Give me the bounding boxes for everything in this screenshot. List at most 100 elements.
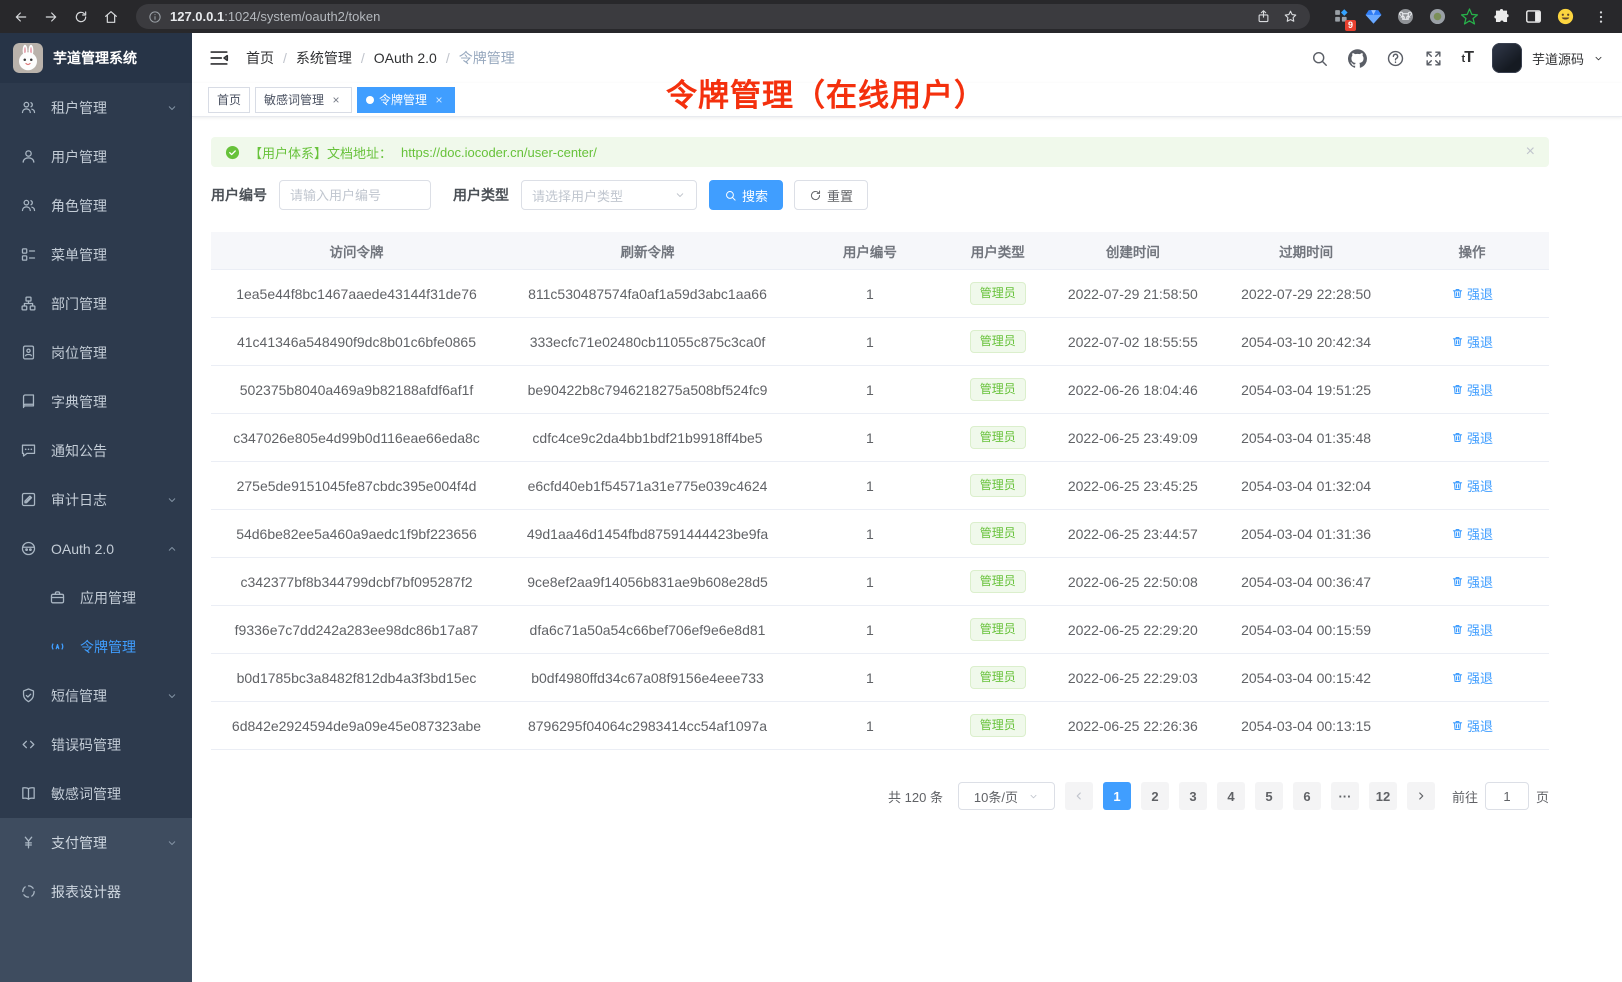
extension-icon[interactable]	[1522, 6, 1544, 28]
sidebar-item[interactable]: 菜单管理	[0, 230, 192, 279]
user-id-input[interactable]	[279, 180, 431, 210]
breadcrumb-item[interactable]: OAuth 2.0	[374, 50, 437, 66]
page-list: 1 2 3 4 5 6 ··· 12	[1103, 782, 1397, 810]
user-avatar[interactable]	[1492, 43, 1522, 73]
sidebar-item[interactable]: 报表设计器	[0, 867, 192, 916]
sidebar-item[interactable]: 租户管理	[0, 83, 192, 132]
force-logout-button[interactable]: 强退	[1451, 524, 1493, 543]
force-logout-button[interactable]: 强退	[1451, 620, 1493, 639]
close-icon[interactable]: ×	[432, 93, 446, 107]
trash-icon	[1451, 431, 1464, 444]
browser-back-icon[interactable]	[8, 4, 34, 30]
force-logout-button[interactable]: 强退	[1451, 668, 1493, 687]
reset-button[interactable]: 重置	[794, 180, 868, 210]
breadcrumb-item[interactable]: 系统管理	[296, 48, 352, 68]
tab[interactable]: 敏感词管理 ×	[255, 87, 352, 113]
sidebar-item[interactable]: 部门管理	[0, 279, 192, 328]
extension-icon[interactable]	[1554, 6, 1576, 28]
force-logout-button[interactable]: 强退	[1451, 716, 1493, 735]
table-body: 1ea5e44f8bc1467aaede43144f31de76 811c530…	[211, 270, 1549, 750]
sidebar-item[interactable]: OAuth 2.0	[0, 524, 192, 573]
breadcrumb-separator: /	[283, 50, 287, 66]
sidebar-item[interactable]: 用户管理	[0, 132, 192, 181]
success-check-icon	[225, 145, 240, 160]
sidebar-item[interactable]: 应用管理	[0, 573, 192, 622]
search-button[interactable]: 搜索	[709, 180, 783, 210]
help-icon[interactable]	[1386, 49, 1405, 68]
sidebar-item[interactable]: 敏感词管理	[0, 769, 192, 818]
alert-link[interactable]: https://doc.iocoder.cn/user-center/	[401, 145, 597, 160]
tab[interactable]: 令牌管理 ×	[357, 87, 455, 113]
refresh-token-cell: e6cfd40eb1f54571a31e775e039c4624	[502, 478, 793, 494]
extension-icon[interactable]	[1394, 6, 1416, 28]
sidebar-item[interactable]: 短信管理	[0, 671, 192, 720]
force-logout-button[interactable]: 强退	[1451, 332, 1493, 351]
user-type-cell: 管理员	[947, 522, 1049, 546]
goto-page-input[interactable]	[1485, 782, 1529, 810]
page-number-button[interactable]: 1	[1103, 782, 1131, 810]
extension-icon[interactable]	[1426, 6, 1448, 28]
force-logout-button[interactable]: 强退	[1451, 380, 1493, 399]
force-logout-button[interactable]: 强退	[1451, 572, 1493, 591]
refresh-token-cell: 8796295f04064c2983414cc54af1097a	[502, 718, 793, 734]
browser-forward-icon[interactable]	[38, 4, 64, 30]
sidebar-item[interactable]: 通知公告	[0, 426, 192, 475]
username[interactable]: 芋道源码	[1532, 49, 1584, 68]
user-type-cell: 管理员	[947, 282, 1049, 306]
sidebar-item[interactable]: 岗位管理	[0, 328, 192, 377]
access-token-cell: f9336e7c7dd242a283ee98dc86b17a87	[211, 622, 502, 638]
sidebar-item[interactable]: 审计日志	[0, 475, 192, 524]
page-number-button[interactable]: ···	[1331, 782, 1359, 810]
page-number-button[interactable]: 2	[1141, 782, 1169, 810]
user-type-cell: 管理员	[947, 666, 1049, 690]
github-icon[interactable]	[1348, 49, 1367, 68]
site-info-icon[interactable]	[148, 10, 162, 24]
extension-icon[interactable]	[1490, 6, 1512, 28]
page-number-button[interactable]: 4	[1217, 782, 1245, 810]
share-icon[interactable]	[1256, 9, 1271, 24]
force-logout-button[interactable]: 强退	[1451, 476, 1493, 495]
tab[interactable]: 首页	[208, 87, 250, 113]
breadcrumb-item[interactable]: 首页	[246, 48, 274, 68]
sidebar-item[interactable]: 支付管理	[0, 818, 192, 867]
close-icon[interactable]: ×	[329, 93, 343, 107]
address-bar[interactable]: 127.0.0.1:1024/system/oauth2/token	[136, 4, 1310, 29]
extension-icon[interactable]: 9	[1330, 6, 1352, 28]
sidebar-item[interactable]: 角色管理	[0, 181, 192, 230]
page-number-button[interactable]: 6	[1293, 782, 1321, 810]
page-number-button[interactable]: 5	[1255, 782, 1283, 810]
browser-menu-icon[interactable]	[1588, 4, 1614, 30]
page-size-select[interactable]: 10条/页	[958, 782, 1055, 810]
extension-icon[interactable]	[1458, 6, 1480, 28]
trash-icon	[1451, 671, 1464, 684]
breadcrumb-item[interactable]: 令牌管理	[459, 48, 515, 68]
tags-view-bar: 首页 敏感词管理 × 令牌管理 ×	[192, 83, 1622, 117]
bookmark-star-icon[interactable]	[1283, 9, 1298, 24]
fullscreen-icon[interactable]	[1424, 49, 1443, 68]
font-size-icon[interactable]: tT	[1462, 49, 1473, 67]
audit-icon	[20, 491, 37, 508]
page-number-button[interactable]: 12	[1369, 782, 1397, 810]
force-logout-button[interactable]: 强退	[1451, 428, 1493, 447]
next-page-button[interactable]	[1407, 782, 1435, 810]
expires-cell: 2054-03-04 00:15:59	[1217, 622, 1395, 638]
page-number-button[interactable]: 3	[1179, 782, 1207, 810]
goto-label: 前往	[1452, 787, 1478, 806]
sidebar-item[interactable]: 令牌管理	[0, 622, 192, 671]
prev-page-button[interactable]	[1065, 782, 1093, 810]
app-logo-avatar	[13, 43, 43, 73]
sidebar-item[interactable]: 错误码管理	[0, 720, 192, 769]
caret-down-icon[interactable]	[1593, 53, 1604, 64]
alert-close-icon[interactable]: ×	[1526, 144, 1535, 160]
col-user-id: 用户编号	[793, 241, 947, 261]
trash-icon	[1451, 719, 1464, 732]
sidebar-item[interactable]: 字典管理	[0, 377, 192, 426]
user-type-select[interactable]: 请选择用户类型	[521, 180, 697, 210]
user-type-cell: 管理员	[947, 426, 1049, 450]
sidebar-collapse-icon[interactable]	[208, 47, 230, 69]
browser-reload-icon[interactable]	[68, 4, 94, 30]
extension-icon[interactable]	[1362, 6, 1384, 28]
search-icon[interactable]	[1310, 49, 1329, 68]
force-logout-button[interactable]: 强退	[1451, 284, 1493, 303]
browser-home-icon[interactable]	[98, 4, 124, 30]
